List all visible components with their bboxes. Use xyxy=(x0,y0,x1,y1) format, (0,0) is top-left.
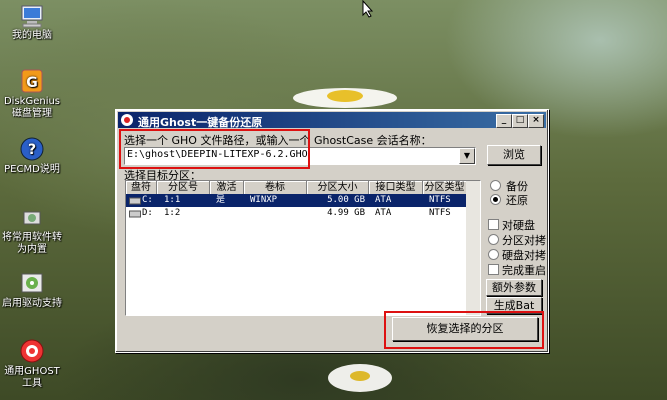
reboot-checkbox[interactable] xyxy=(488,264,499,275)
column-header[interactable]: 分区大小 xyxy=(307,181,369,195)
column-header[interactable]: 分区号 xyxy=(157,181,210,195)
browse-button[interactable]: 浏览 xyxy=(487,145,541,165)
restore-button-highlight-box xyxy=(384,311,544,349)
desktop-icon-my-computer[interactable]: 我的电脑 xyxy=(2,4,62,42)
cell-size: 4.99 GB xyxy=(327,208,365,218)
table-scrollbar[interactable] xyxy=(466,181,480,315)
window-title: 通用Ghost一键备份还原 xyxy=(138,116,263,129)
disk-to-disk-checkbox[interactable] xyxy=(488,219,499,230)
cell-iface: ATA xyxy=(375,208,392,218)
column-header[interactable]: 分区类型 xyxy=(423,181,467,195)
partition-table[interactable]: 盘符 分区号 激活 卷标 分区大小 接口类型 分区类型 C: 1:1 是 WIN… xyxy=(125,180,481,316)
software-icon xyxy=(23,211,41,225)
desktop-icon-label: 通用GHOST工具 xyxy=(4,366,60,389)
cell-active xyxy=(216,207,240,220)
disk-copy-radio[interactable] xyxy=(488,249,499,260)
desktop-icon-software[interactable]: 将常用软件转为内置 xyxy=(2,206,62,256)
help-icon: ? xyxy=(20,137,44,161)
cell-part: 1:2 xyxy=(164,208,181,218)
svg-text:G: G xyxy=(26,75,38,91)
desktop-icon-label: 启用驱动支持 xyxy=(2,298,62,309)
cell-label: WINXP xyxy=(250,195,278,205)
cell-fs: NTFS xyxy=(429,208,451,218)
cell-drive: C: xyxy=(142,195,153,205)
cell-active: 是 xyxy=(216,195,226,205)
column-header[interactable]: 卷标 xyxy=(244,181,307,195)
column-header[interactable]: 盘符 xyxy=(126,181,157,195)
desktop-icon-label: 我的电脑 xyxy=(12,30,52,41)
partition-copy-label: 分区对拷 xyxy=(502,234,546,247)
title-bar[interactable]: 通用Ghost一键备份还原 _ □ × xyxy=(118,112,546,129)
cell-label xyxy=(250,207,302,220)
partition-copy-radio[interactable] xyxy=(488,234,499,245)
restore-radio[interactable] xyxy=(490,194,501,205)
close-button[interactable]: × xyxy=(528,114,544,128)
desktop-icon-label: PECMD说明 xyxy=(4,164,60,175)
cell-drive: D: xyxy=(142,208,153,218)
backup-radio[interactable] xyxy=(490,180,501,191)
column-header[interactable]: 接口类型 xyxy=(369,181,423,195)
computer-icon xyxy=(21,5,43,28)
minimize-button[interactable]: _ xyxy=(496,114,512,128)
desktop-icon-label: DiskGenius磁盘管理 xyxy=(3,96,61,119)
app-icon xyxy=(121,114,133,126)
mouse-cursor-icon xyxy=(362,0,374,18)
disk-copy-label: 硬盘对拷 xyxy=(502,249,546,262)
daisy-flower xyxy=(328,364,392,392)
desktop-icon-ghost[interactable]: 通用GHOST工具 xyxy=(2,338,62,390)
ghost-icon xyxy=(20,339,44,363)
desktop-icon-pecmd[interactable]: ? PECMD说明 xyxy=(2,136,62,176)
driver-icon xyxy=(21,273,43,293)
drive-icon xyxy=(129,210,141,218)
path-highlight-box xyxy=(119,129,310,169)
column-header[interactable]: 激活 xyxy=(210,181,244,195)
drive-icon xyxy=(129,197,141,205)
disk-to-disk-label: 对硬盘 xyxy=(502,219,535,232)
cell-fs: NTFS xyxy=(429,195,451,205)
desktop-icon-label: 将常用软件转为内置 xyxy=(2,232,62,255)
svg-text:?: ? xyxy=(28,142,36,158)
desktop-icon-driver[interactable]: 启用驱动支持 xyxy=(2,270,62,310)
chevron-down-icon[interactable]: ▼ xyxy=(459,148,475,164)
maximize-button[interactable]: □ xyxy=(512,114,528,128)
cell-size: 5.00 GB xyxy=(327,195,365,205)
extra-params-button[interactable]: 额外参数 xyxy=(486,279,542,296)
desktop-icon-diskgenius[interactable]: G DiskGenius磁盘管理 xyxy=(2,68,62,120)
restore-label: 还原 xyxy=(506,194,528,207)
diskgenius-icon: G xyxy=(21,69,43,93)
reboot-label: 完成重启 xyxy=(502,264,546,277)
daisy-flower xyxy=(293,88,397,108)
cell-iface: ATA xyxy=(375,195,392,205)
cell-part: 1:1 xyxy=(164,195,181,205)
